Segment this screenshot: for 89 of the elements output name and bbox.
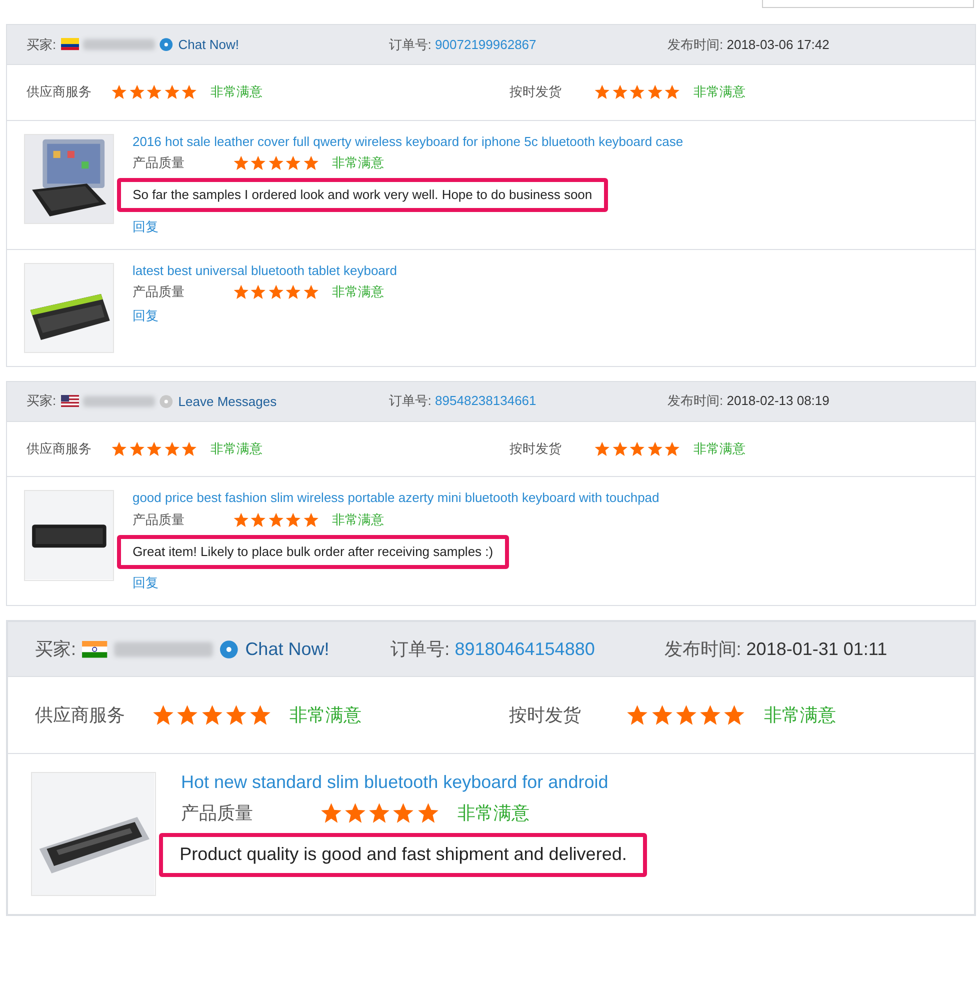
star-icon	[164, 441, 180, 458]
rating-verdict: 非常满意	[332, 154, 384, 172]
star-icon	[128, 84, 145, 100]
reply-link[interactable]: 回复	[132, 574, 158, 592]
flag-icon	[60, 395, 79, 408]
star-icon	[629, 84, 646, 100]
rating-verdict: 非常满意	[694, 440, 746, 458]
star-icon	[181, 84, 198, 100]
highlighted-comment: Product quality is good and fast shipment and delivered.	[159, 833, 648, 877]
star-icon	[181, 441, 198, 458]
blurred-name	[83, 39, 155, 50]
post-time: 2018-02-13 08:19	[726, 393, 830, 408]
rating-verdict: 非常满意	[332, 283, 384, 302]
product-title-link[interactable]: 2016 hot sale leather cover full qwerty wireless keyboard for iphone 5c bluetooth keyboard case	[132, 134, 684, 149]
star-icon	[302, 512, 319, 528]
rating-label: 产品质量	[132, 283, 186, 302]
star-icon	[646, 441, 663, 458]
flag-icon	[82, 641, 108, 658]
rating-label: 产品质量	[180, 802, 254, 826]
star-icon	[250, 284, 266, 300]
contact-link[interactable]: Chat Now!	[178, 37, 239, 52]
star-icon	[111, 441, 128, 458]
flag-icon	[60, 38, 79, 51]
contact-link[interactable]: Chat Now!	[245, 638, 330, 660]
rating-verdict: 非常满意	[290, 704, 362, 728]
rating-verdict: 非常满意	[210, 440, 262, 458]
star-icon	[612, 441, 628, 458]
buyer-label: 买家:	[26, 36, 56, 54]
star-icon	[128, 441, 145, 458]
time-label: 发布时间:	[667, 393, 724, 408]
highlighted-comment: So far the samples I ordered look and work very well. Hope to do business soon	[116, 178, 608, 212]
rating-label: 按时发货	[509, 704, 582, 728]
order-label: 订单号:	[388, 36, 432, 52]
star-icon	[146, 441, 162, 458]
rating-label: 产品质量	[132, 511, 186, 530]
star-icon	[302, 155, 319, 172]
star-icon	[232, 512, 249, 528]
star-icon	[664, 441, 681, 458]
product-title-link[interactable]: good price best fashion slim wireless portable azerty mini bluetooth keyboard with touchpad	[132, 490, 660, 506]
reply-link[interactable]: 回复	[132, 218, 158, 236]
rating-label: 供应商服务	[35, 704, 126, 728]
star-icon	[268, 155, 284, 172]
star-icon	[285, 512, 302, 528]
star-icon	[250, 155, 266, 172]
contact-link[interactable]: Leave Messages	[178, 394, 277, 409]
rating-label: 按时发货	[510, 83, 563, 102]
star-icon	[250, 512, 266, 528]
rating-label: 供应商服务	[26, 83, 92, 102]
rating-verdict: 非常满意	[210, 83, 262, 102]
order-number-link[interactable]: 90072199962867	[435, 36, 536, 52]
rating-verdict: 非常满意	[764, 704, 836, 728]
order-number-link[interactable]: 89180464154880	[454, 639, 595, 660]
rating-verdict: 非常满意	[457, 802, 530, 826]
rating-label: 按时发货	[510, 440, 563, 458]
buyer-label: 买家:	[35, 638, 76, 662]
order-number-link[interactable]: 89548238134661	[435, 393, 536, 408]
buyer-label: 买家:	[26, 392, 56, 410]
search-field[interactable]	[762, 0, 974, 8]
star-icon	[268, 284, 284, 300]
star-icon	[664, 84, 681, 100]
post-time: 2018-03-06 17:42	[726, 36, 830, 52]
rating-label: 供应商服务	[26, 440, 92, 458]
star-icon	[646, 84, 663, 100]
star-icon	[111, 84, 128, 100]
rating-verdict: 非常满意	[694, 83, 746, 102]
time-label: 发布时间:	[667, 36, 724, 52]
star-icon	[285, 155, 302, 172]
star-icon	[302, 284, 319, 300]
rating-verdict: 非常满意	[332, 511, 384, 530]
rating-label: 产品质量	[132, 154, 186, 172]
time-label: 发布时间:	[664, 639, 742, 660]
product-title-link[interactable]: latest best universal bluetooth tablet keyboard	[132, 262, 397, 278]
star-icon	[164, 84, 180, 100]
order-label: 订单号:	[388, 393, 432, 408]
blurred-name	[83, 396, 155, 407]
star-icon	[629, 441, 646, 458]
star-icon	[268, 512, 284, 528]
star-icon	[594, 84, 610, 100]
post-time: 2018-01-31 01:11	[746, 639, 888, 660]
star-icon	[232, 155, 249, 172]
star-icon	[285, 284, 302, 300]
order-label: 订单号:	[390, 639, 450, 660]
star-icon	[612, 84, 628, 100]
product-title-link[interactable]: Hot new standard slim bluetooth keyboard for android	[180, 772, 648, 793]
star-icon	[146, 84, 162, 100]
star-icon	[594, 441, 610, 458]
star-icon	[232, 284, 249, 300]
highlighted-comment: Great item! Likely to place bulk order after receiving samples :)	[116, 535, 509, 569]
reply-link[interactable]: 回复	[132, 307, 158, 326]
